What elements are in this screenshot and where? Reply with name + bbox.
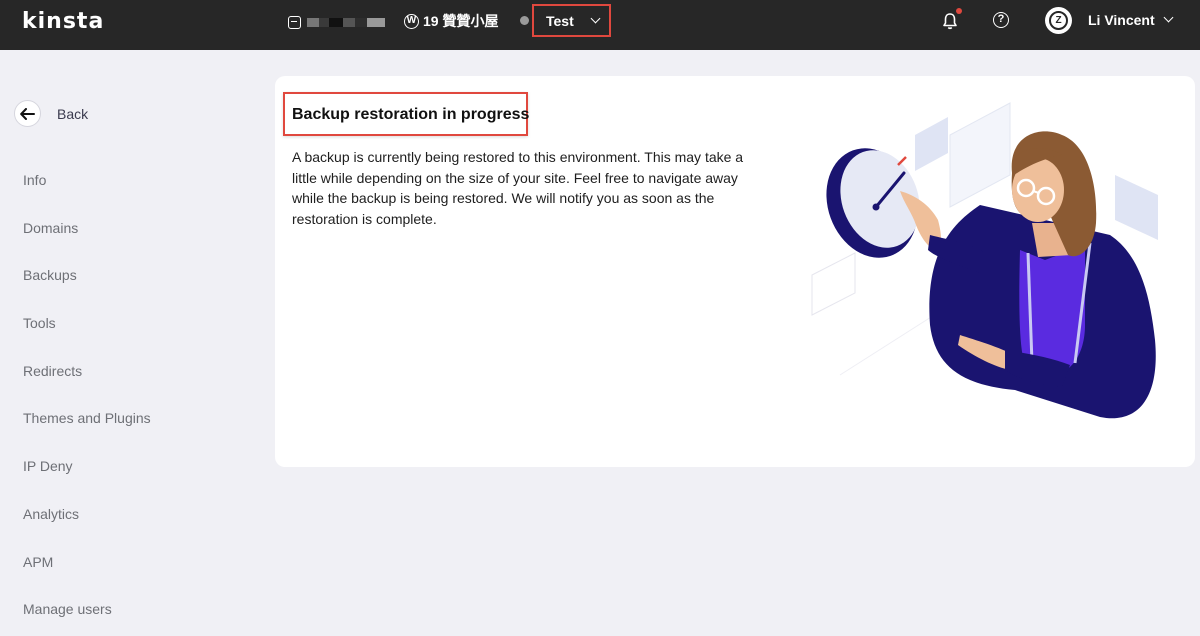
kinsta-logo[interactable]: kinsta (22, 9, 104, 34)
building-icon (288, 15, 301, 29)
sidebar-item-ip-deny[interactable]: IP Deny (23, 458, 151, 506)
notification-badge (956, 8, 962, 14)
sidebar-item-backups[interactable]: Backups (23, 267, 151, 315)
sidebar-item-domains[interactable]: Domains (23, 220, 151, 268)
page-title: Backup restoration in progress (292, 106, 530, 123)
sidebar-item-themes-plugins[interactable]: Themes and Plugins (23, 410, 151, 458)
chevron-down-icon[interactable] (1163, 12, 1174, 23)
company-selector[interactable] (288, 12, 385, 32)
chevron-down-icon (590, 13, 601, 24)
bell-icon[interactable] (942, 12, 958, 30)
wordpress-icon: W (404, 13, 419, 29)
help-icon[interactable]: ? (993, 12, 1009, 28)
avatar[interactable]: Z (1045, 7, 1072, 34)
sidebar-item-tools[interactable]: Tools (23, 315, 151, 363)
backup-restoration-illustration (811, 102, 1158, 419)
sidebar-item-apm[interactable]: APM (23, 554, 151, 602)
avatar-logo: Z (1049, 11, 1068, 30)
sidebar-item-manage-users[interactable]: Manage users (23, 601, 151, 636)
environment-label: Test (546, 12, 574, 29)
back-button[interactable]: Back (14, 100, 88, 127)
site-name: 19 贊贊小屋 (423, 13, 499, 29)
sidebar-item-info[interactable]: Info (23, 172, 151, 220)
sidebar-nav: Info Domains Backups Tools Redirects The… (23, 172, 151, 636)
sidebar-item-redirects[interactable]: Redirects (23, 363, 151, 411)
environment-selector[interactable]: Test (532, 4, 611, 37)
status-description: A backup is currently being restored to … (292, 149, 744, 227)
sidebar-item-analytics[interactable]: Analytics (23, 506, 151, 554)
environment-status-dot (520, 16, 529, 25)
company-name-blurred (307, 17, 385, 27)
back-label: Back (57, 105, 89, 122)
arrow-left-icon (14, 100, 41, 127)
top-bar: kinsta W 19 贊贊小屋 Test ? Z Li Vincent (0, 0, 1200, 50)
user-name[interactable]: Li Vincent (1088, 12, 1155, 28)
site-selector[interactable]: W 19 贊贊小屋 (404, 11, 498, 31)
